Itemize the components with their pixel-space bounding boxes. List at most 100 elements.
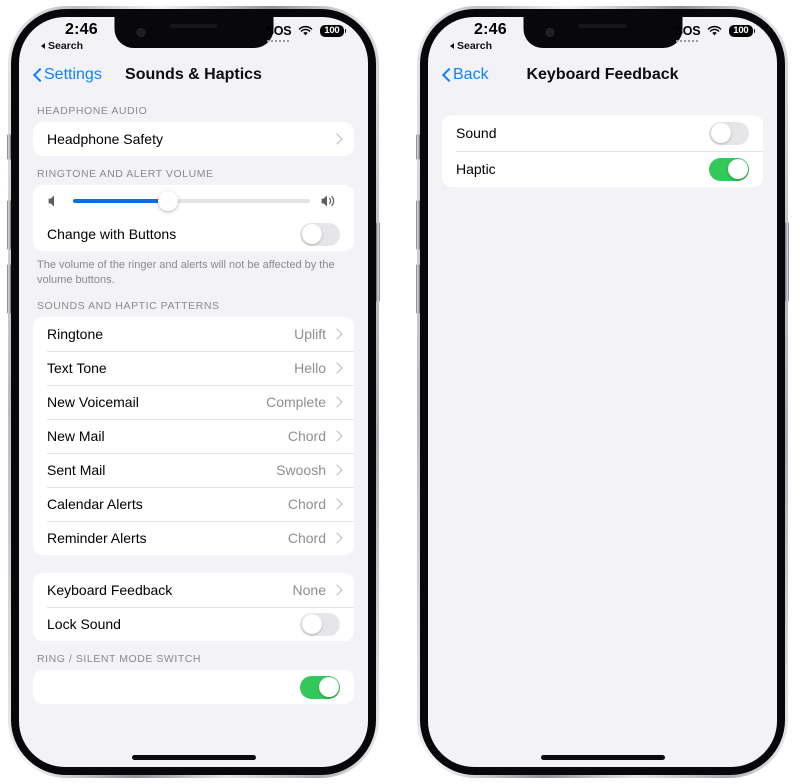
- home-indicator[interactable]: [540, 755, 665, 760]
- status-time: 2:46: [474, 21, 507, 38]
- volume-slider-fill: [73, 199, 168, 203]
- wifi-icon: [707, 25, 722, 36]
- back-to-search-indicator[interactable]: Search: [450, 40, 492, 52]
- power-button[interactable]: [785, 222, 789, 302]
- row-text-tone[interactable]: Text Tone Hello: [33, 351, 354, 386]
- sos-indicator: SOS: [265, 24, 292, 42]
- back-to-search-label: Search: [48, 40, 84, 52]
- section-header-ringtone-volume: RINGTONE AND ALERT VOLUME: [37, 168, 214, 180]
- volume-down-button[interactable]: [416, 264, 420, 314]
- footnote-volume: The volume of the ringer and alerts will…: [37, 259, 335, 287]
- volume-slider-thumb[interactable]: [157, 191, 178, 211]
- row-label: Calendar Alerts: [47, 496, 143, 513]
- section-headphone-audio: Headphone Safety: [33, 122, 354, 156]
- row-ring-silent-switch[interactable]: [33, 670, 354, 705]
- screenshot-stage: 2:46 Search SOS 100 Settings Sounds & Ha…: [0, 0, 800, 784]
- nav-bar-right: Back Keyboard Feedback: [428, 57, 777, 93]
- row-lock-sound[interactable]: Lock Sound: [33, 607, 354, 642]
- mute-switch-button[interactable]: [7, 134, 11, 160]
- row-label: Haptic: [456, 161, 496, 177]
- section-sounds-patterns: Ringtone Uplift Text Tone Hello New Voic…: [33, 317, 354, 556]
- toggle-knob: [710, 123, 731, 143]
- row-label: Change with Buttons: [47, 226, 177, 242]
- section-ringtone-volume: Change with Buttons: [33, 185, 354, 251]
- row-label: New Voicemail: [47, 394, 139, 411]
- row-label: Text Tone: [47, 360, 107, 377]
- volume-up-button[interactable]: [7, 200, 11, 250]
- battery-nub-icon: [753, 29, 755, 33]
- section-ring-silent: [33, 670, 354, 705]
- battery-level: 100: [320, 24, 344, 38]
- phone-screen-right: 2:46 Search SOS 100 Back Keyboard Feedba…: [428, 17, 777, 767]
- section-header-headphone-audio: HEADPHONE AUDIO: [37, 105, 148, 117]
- section-header-ring-silent: RING / SILENT MODE SWITCH: [37, 653, 202, 666]
- back-button-settings[interactable]: Settings: [33, 66, 102, 84]
- row-value: Swoosh: [276, 462, 326, 479]
- sos-indicator: SOS: [674, 24, 701, 42]
- row-change-with-buttons[interactable]: Change with Buttons: [33, 217, 354, 251]
- chevron-right-icon: [333, 532, 340, 544]
- chevron-left-icon: [33, 68, 41, 82]
- row-headphone-safety[interactable]: Headphone Safety: [33, 122, 354, 156]
- mute-switch-button[interactable]: [416, 134, 420, 160]
- battery-indicator: 100: [729, 24, 755, 38]
- back-to-search-label: Search: [457, 40, 493, 52]
- row-haptic[interactable]: Haptic: [442, 151, 763, 187]
- toggle-lock-sound[interactable]: [300, 612, 340, 636]
- back-triangle-icon: [450, 43, 454, 49]
- chevron-right-icon: [333, 464, 340, 476]
- row-reminder-alerts[interactable]: Reminder Alerts Chord: [33, 521, 354, 556]
- row-sent-mail[interactable]: Sent Mail Swoosh: [33, 453, 354, 488]
- row-label: Sound: [456, 125, 497, 141]
- volume-slider-row[interactable]: [33, 185, 354, 217]
- top-spacer: [428, 93, 777, 115]
- power-button[interactable]: [376, 222, 380, 302]
- row-new-mail[interactable]: New Mail Chord: [33, 419, 354, 454]
- row-keyboard-feedback[interactable]: Keyboard Feedback None: [33, 573, 354, 608]
- volume-slider-track[interactable]: [73, 191, 310, 211]
- settings-list-left: HEADPHONE AUDIO Headphone Safety RINGTON…: [19, 93, 368, 767]
- volume-down-button[interactable]: [7, 264, 11, 314]
- row-value: None: [292, 582, 326, 599]
- toggle-haptic[interactable]: [709, 157, 749, 181]
- toggle-knob: [301, 614, 322, 635]
- toggle-sound[interactable]: [709, 121, 749, 145]
- phone-screen-left: 2:46 Search SOS 100 Settings Sounds & Ha…: [19, 17, 368, 767]
- row-value: Hello: [294, 360, 326, 377]
- section-keyboard-lock: Keyboard Feedback None Lock Sound: [33, 573, 354, 642]
- row-label: Lock Sound: [47, 616, 121, 633]
- back-to-search-indicator[interactable]: Search: [41, 40, 83, 52]
- battery-level: 100: [729, 24, 753, 38]
- row-label: Ringtone: [47, 326, 104, 343]
- phone-left: 2:46 Search SOS 100 Settings Sounds & Ha…: [7, 6, 380, 778]
- status-bar: 2:46 Search SOS 100: [428, 17, 777, 57]
- row-value: Complete: [266, 394, 326, 411]
- row-new-voicemail[interactable]: New Voicemail Complete: [33, 385, 354, 420]
- row-ringtone[interactable]: Ringtone Uplift: [33, 317, 354, 352]
- toggle-knob: [727, 159, 748, 179]
- chevron-right-icon: [333, 362, 340, 374]
- back-button-label: Settings: [44, 66, 102, 83]
- row-calendar-alerts[interactable]: Calendar Alerts Chord: [33, 487, 354, 522]
- toggle-knob: [301, 224, 322, 244]
- chevron-left-icon: [442, 68, 450, 82]
- chevron-right-icon: [333, 328, 340, 340]
- row-label: Reminder Alerts: [47, 530, 147, 547]
- row-value: Chord: [287, 428, 326, 445]
- chevron-right-icon: [333, 430, 340, 442]
- volume-up-button[interactable]: [416, 200, 420, 250]
- chevron-right-icon: [333, 133, 340, 145]
- chevron-right-icon: [333, 584, 340, 596]
- status-time: 2:46: [65, 21, 98, 38]
- home-indicator[interactable]: [131, 755, 256, 760]
- toggle-change-with-buttons[interactable]: [300, 222, 340, 246]
- battery-indicator: 100: [320, 24, 346, 38]
- section-header-sounds-patterns: SOUNDS AND HAPTIC PATTERNS: [37, 300, 220, 313]
- row-sound[interactable]: Sound: [442, 115, 763, 151]
- back-button[interactable]: Back: [442, 66, 489, 84]
- chevron-right-icon: [333, 396, 340, 408]
- status-icons: SOS 100: [674, 24, 755, 42]
- toggle-ring-silent[interactable]: [300, 675, 340, 699]
- row-label: Headphone Safety: [47, 131, 163, 147]
